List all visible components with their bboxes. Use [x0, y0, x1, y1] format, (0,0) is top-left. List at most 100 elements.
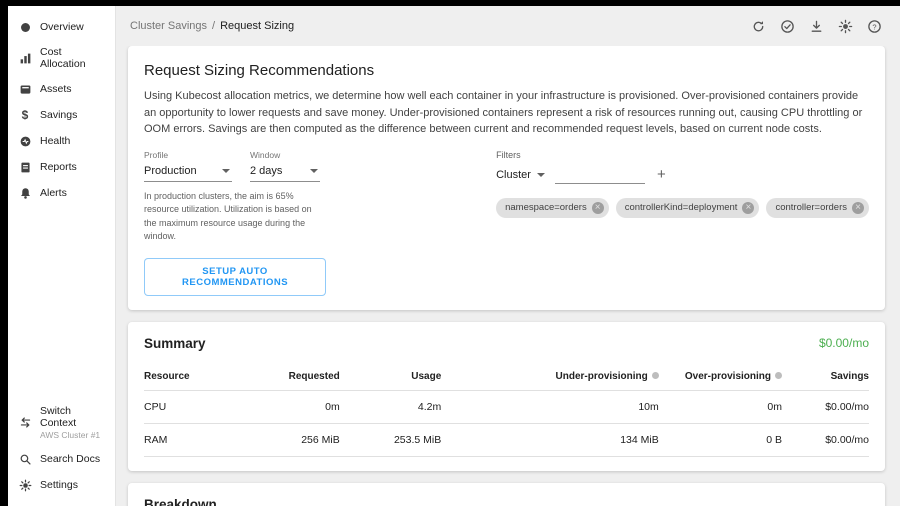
chevron-down-icon — [537, 173, 545, 177]
sidebar-item-overview[interactable]: Overview — [8, 14, 115, 40]
profile-field: Profile Production — [144, 150, 232, 182]
settings-label: Settings — [40, 479, 78, 491]
filter-chip-label: controllerKind=deployment — [625, 202, 738, 213]
chevron-down-icon — [222, 169, 230, 173]
breadcrumb: Cluster Savings / Request Sizing — [130, 20, 294, 32]
sidebar-item-label: Reports — [40, 161, 77, 173]
summary-header-row: Resource Requested Usage Under-provision… — [144, 363, 869, 391]
switch-context-icon — [18, 416, 32, 430]
filter-value-input[interactable] — [555, 166, 645, 184]
profile-window-controls: Profile Production Window 2 days — [144, 150, 326, 296]
cell-over-provisioning: 0m — [659, 390, 782, 423]
sidebar-item-health[interactable]: Health — [8, 128, 115, 154]
summary-title: Summary — [144, 336, 206, 351]
summary-card: Summary $0.00/mo Resource Requested Usag… — [128, 322, 885, 471]
window-value: 2 days — [250, 165, 282, 177]
page-title: Request Sizing Recommendations — [144, 62, 869, 79]
add-filter-button[interactable]: + — [655, 167, 668, 184]
svg-text:?: ? — [872, 22, 876, 31]
help-icon[interactable]: ? — [866, 18, 882, 34]
gear-icon[interactable] — [837, 18, 853, 34]
summary-col-savings: Savings — [782, 363, 869, 391]
window-label: Window — [250, 150, 320, 160]
summary-col-usage: Usage — [340, 363, 442, 391]
cell-usage: 253.5 MiB — [340, 423, 442, 456]
bell-icon — [18, 186, 32, 200]
table-row: CPU 0m 4.2m 10m 0m $0.00/mo — [144, 390, 869, 423]
close-icon[interactable]: × — [742, 202, 754, 214]
breadcrumb-separator: / — [212, 20, 215, 32]
switch-context-label: Switch Context — [40, 405, 105, 429]
cell-requested: 256 MiB — [238, 423, 340, 456]
cell-savings: $0.00/mo — [782, 423, 869, 456]
app-window: Overview Cost Allocation Assets $ Saving… — [8, 6, 900, 506]
cell-under-provisioning: 10m — [441, 390, 659, 423]
check-circle-icon[interactable] — [779, 18, 795, 34]
close-icon[interactable]: × — [592, 202, 604, 214]
topbar: Cluster Savings / Request Sizing ? — [116, 6, 900, 46]
profile-helper-text: In production clusters, the aim is 65% r… — [144, 190, 326, 244]
cell-resource: CPU — [144, 390, 238, 423]
info-icon[interactable] — [775, 372, 782, 379]
cell-usage: 4.2m — [340, 390, 442, 423]
cell-savings: $0.00/mo — [782, 390, 869, 423]
breadcrumb-parent[interactable]: Cluster Savings — [130, 20, 207, 32]
sidebar-item-label: Alerts — [40, 187, 67, 199]
filters-label: Filters — [496, 150, 869, 160]
filters-block: Filters Cluster + namespace=orders — [496, 150, 869, 218]
cell-over-provisioning: 0 B — [659, 423, 782, 456]
search-icon — [18, 452, 32, 466]
breakdown-card: Breakdown Container Cluster CPU usage — [128, 483, 885, 506]
sidebar-item-reports[interactable]: Reports — [8, 154, 115, 180]
filter-chip[interactable]: controllerKind=deployment × — [616, 198, 760, 218]
bar-chart-icon — [18, 51, 32, 65]
summary-col-resource: Resource — [144, 363, 238, 391]
close-icon[interactable]: × — [852, 202, 864, 214]
sidebar-item-label: Overview — [40, 21, 84, 33]
filter-type-value: Cluster — [496, 169, 531, 181]
gear-icon — [18, 478, 32, 492]
summary-table: Resource Requested Usage Under-provision… — [144, 363, 869, 457]
sidebar-item-switch-context[interactable]: Switch Context AWS Cluster #1 — [8, 399, 115, 446]
overview-icon — [18, 20, 32, 34]
filter-chip[interactable]: namespace=orders × — [496, 198, 609, 218]
reports-icon — [18, 160, 32, 174]
summary-total-savings: $0.00/mo — [819, 336, 869, 350]
setup-auto-recommendations-button[interactable]: SETUP AUTO RECOMMENDATIONS — [144, 258, 326, 296]
refresh-icon[interactable] — [750, 18, 766, 34]
assets-icon — [18, 82, 32, 96]
cell-requested: 0m — [238, 390, 340, 423]
sidebar-item-savings[interactable]: $ Savings — [8, 102, 115, 128]
breakdown-title: Breakdown — [144, 497, 869, 506]
filter-type-select[interactable]: Cluster — [496, 169, 545, 184]
cell-resource: RAM — [144, 423, 238, 456]
filter-chip-label: controller=orders — [775, 202, 847, 213]
info-icon[interactable] — [652, 372, 659, 379]
sidebar-item-settings[interactable]: Settings — [8, 472, 115, 498]
download-icon[interactable] — [808, 18, 824, 34]
window-select[interactable]: 2 days — [250, 163, 320, 182]
cell-under-provisioning: 134 MiB — [441, 423, 659, 456]
table-row: RAM 256 MiB 253.5 MiB 134 MiB 0 B $0.00/… — [144, 423, 869, 456]
sidebar-item-label: Assets — [40, 83, 72, 95]
profile-select[interactable]: Production — [144, 163, 232, 182]
summary-col-over-provisioning: Over-provisioning — [659, 363, 782, 391]
filter-chip-label: namespace=orders — [505, 202, 587, 213]
sidebar: Overview Cost Allocation Assets $ Saving… — [8, 6, 116, 506]
sidebar-bottom: Switch Context AWS Cluster #1 Search Doc… — [8, 399, 115, 506]
sidebar-item-label: Cost Allocation — [40, 46, 105, 70]
topbar-icons: ? — [750, 18, 882, 34]
sidebar-item-label: Health — [40, 135, 70, 147]
sidebar-item-cost-allocation[interactable]: Cost Allocation — [8, 40, 115, 76]
filter-chip[interactable]: controller=orders × — [766, 198, 869, 218]
page-content: Request Sizing Recommendations Using Kub… — [116, 46, 900, 506]
profile-value: Production — [144, 165, 197, 177]
profile-label: Profile — [144, 150, 232, 160]
health-icon — [18, 134, 32, 148]
sidebar-item-search-docs[interactable]: Search Docs — [8, 446, 115, 472]
search-docs-label: Search Docs — [40, 453, 100, 465]
sidebar-item-alerts[interactable]: Alerts — [8, 180, 115, 206]
main-area: Cluster Savings / Request Sizing ? — [116, 6, 900, 506]
sidebar-item-assets[interactable]: Assets — [8, 76, 115, 102]
summary-col-under-provisioning: Under-provisioning — [441, 363, 659, 391]
